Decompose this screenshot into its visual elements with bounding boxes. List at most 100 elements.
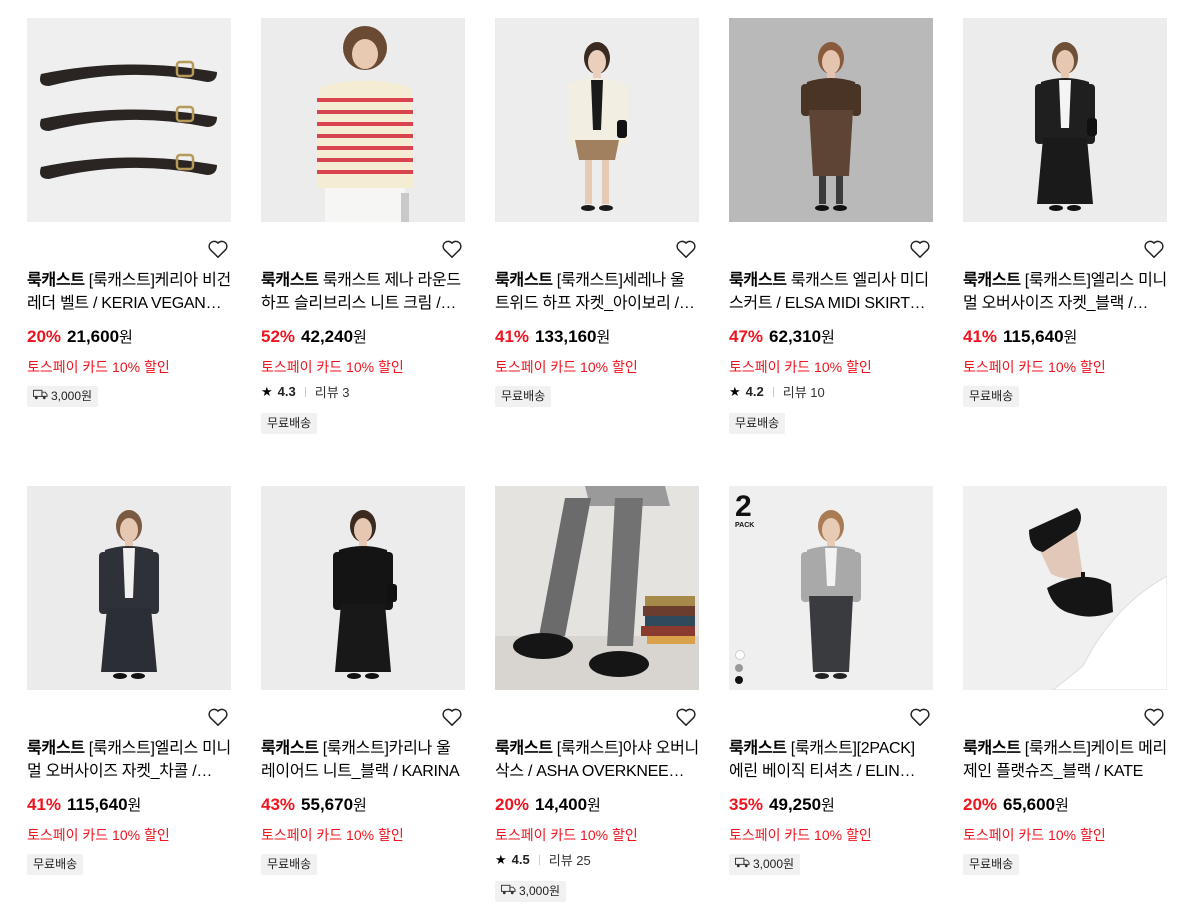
sale-price: 115,640 [67, 795, 128, 814]
shipping-text: 3,000원 [519, 884, 561, 898]
wishlist-heart-icon[interactable] [675, 707, 697, 727]
wishlist-heart-icon[interactable] [675, 239, 697, 259]
product-title[interactable]: 룩캐스트[룩캐스트]엘리스 미니멀 오버사이즈 자켓_차콜 / ELLIS [27, 737, 231, 783]
discount-rate: 43% [261, 795, 296, 814]
product-image[interactable]: 2 PACK [729, 486, 933, 690]
sale-price: 49,250 [769, 795, 822, 814]
currency-unit: 원 [1055, 797, 1069, 814]
divider [538, 854, 540, 865]
wishlist-heart-icon[interactable] [1143, 707, 1165, 727]
currency-unit: 원 [821, 797, 835, 814]
discount-rate: 52% [261, 327, 296, 346]
price-row: 20% 21,600원 [27, 326, 133, 347]
rating-value: 4.3 [277, 384, 296, 399]
shipping-text: 무료배송 [267, 416, 312, 430]
wishlist-heart-icon[interactable] [909, 707, 931, 727]
brand-name: 룩캐스트 [27, 740, 85, 757]
brand-name: 룩캐스트 [495, 272, 553, 289]
product-title[interactable]: 룩캐스트룩캐스트 제나 라운드 하프 슬리브리스 니트 크림 / ZENA [261, 269, 465, 315]
product-title[interactable]: 룩캐스트 [룩캐스트]카리나 울 레이어드 니트_블랙 / KARINA [261, 737, 465, 783]
product-image[interactable] [495, 18, 699, 222]
color-swatches [735, 650, 745, 684]
star-icon: ★ [495, 851, 507, 867]
card-promo-text: 토스페이 카드 10% 할인 [963, 359, 1106, 375]
product-image[interactable] [261, 486, 465, 690]
discount-rate: 20% [27, 327, 62, 346]
product-title[interactable]: 룩캐스트[룩캐스트]세레나 울 트위드 하프 자켓_아이보리 / SERENA [495, 269, 699, 315]
truck-icon [735, 854, 750, 875]
currency-unit: 원 [1063, 329, 1078, 346]
price-row: 35% 49,250원 [729, 794, 835, 815]
wishlist-heart-icon[interactable] [441, 707, 463, 727]
currency-unit: 원 [587, 797, 601, 814]
product-image[interactable] [495, 486, 699, 690]
wishlist-heart-icon[interactable] [1143, 239, 1165, 259]
brand-name: 룩캐스트 [963, 272, 1021, 289]
card-promo-text: 토스페이 카드 10% 할인 [495, 359, 638, 375]
brand-name: 룩캐스트 [495, 740, 553, 757]
product-title[interactable]: 룩캐스트[룩캐스트]엘리스 미니멀 오버사이즈 자켓_블랙 / ELLIS [963, 269, 1167, 315]
shipping-text: 무료배송 [33, 857, 78, 871]
currency-unit: 원 [127, 797, 142, 814]
rating-row: ★ 4.2 리뷰 10 [729, 382, 825, 401]
shipping-text: 무료배송 [969, 857, 1014, 871]
currency-unit: 원 [119, 329, 133, 346]
price-row: 20% 65,600원 [963, 794, 1069, 815]
discount-rate: 41% [27, 795, 62, 814]
sale-price: 115,640 [1003, 327, 1064, 346]
shipping-text: 무료배송 [735, 416, 780, 430]
shipping-badge: 무료배송 [261, 413, 318, 434]
shipping-badge: 무료배송 [963, 854, 1020, 875]
product-title[interactable]: 룩캐스트룩캐스트 엘리사 미디 스커트 / ELSA MIDI SKIRT BR… [729, 269, 933, 315]
review-count: 리뷰 3 [314, 385, 350, 400]
price-row: 41% 115,640원 [27, 794, 141, 815]
discount-rate: 20% [495, 795, 530, 814]
card-promo-text: 토스페이 카드 10% 할인 [27, 827, 170, 843]
discount-rate: 47% [729, 327, 764, 346]
product-title[interactable]: 룩캐스트[룩캐스트][2PACK] 에린 베이직 티셔츠 / ELIN BASI… [729, 737, 933, 783]
product-image[interactable] [963, 486, 1167, 690]
divider [772, 386, 774, 397]
star-icon: ★ [261, 383, 273, 399]
sale-price: 21,600 [67, 327, 120, 346]
rating-value: 4.5 [511, 852, 530, 867]
product-image[interactable] [729, 18, 933, 222]
price-row: 47% 62,310원 [729, 326, 835, 347]
product-image[interactable] [261, 18, 465, 222]
shipping-badge: 3,000원 [729, 854, 801, 875]
sale-price: 42,240 [301, 327, 354, 346]
card-promo-text: 토스페이 카드 10% 할인 [495, 827, 638, 843]
brand-name: 룩캐스트 [27, 272, 85, 289]
shipping-text: 무료배송 [501, 389, 546, 403]
product-title[interactable]: 룩캐스트[룩캐스트]케리아 비건 레더 벨트 / KERIA VEGAN LEA… [27, 269, 231, 315]
wishlist-heart-icon[interactable] [207, 707, 229, 727]
currency-unit: 원 [821, 329, 835, 346]
divider [304, 386, 306, 397]
product-title[interactable]: 룩캐스트[룩캐스트]아샤 오버니삭스 / ASHA OVERKNEE SOCKS [495, 737, 699, 783]
shipping-badge: 무료배송 [963, 386, 1020, 407]
wishlist-heart-icon[interactable] [207, 239, 229, 259]
currency-unit: 원 [596, 329, 611, 346]
product-image[interactable] [27, 486, 231, 690]
currency-unit: 원 [353, 797, 367, 814]
product-image[interactable] [27, 18, 231, 222]
product-image[interactable] [963, 18, 1167, 222]
price-row: 20% 14,400원 [495, 794, 601, 815]
truck-icon [33, 386, 48, 407]
truck-icon [501, 881, 516, 902]
shipping-text: 3,000원 [51, 389, 93, 403]
wishlist-heart-icon[interactable] [909, 239, 931, 259]
review-count: 리뷰 10 [782, 385, 825, 400]
product-title[interactable]: 룩캐스트 [룩캐스트]케이트 메리제인 플랫슈즈_블랙 / KATE [963, 737, 1167, 783]
sale-price: 55,670 [301, 795, 354, 814]
shipping-badge: 무료배송 [27, 854, 84, 875]
shipping-badge: 3,000원 [27, 386, 99, 407]
brand-name: 룩캐스트 [963, 740, 1021, 757]
shipping-badge: 무료배송 [495, 386, 552, 407]
wishlist-heart-icon[interactable] [441, 239, 463, 259]
card-promo-text: 토스페이 카드 10% 할인 [261, 359, 404, 375]
review-count: 리뷰 25 [548, 853, 591, 868]
card-promo-text: 토스페이 카드 10% 할인 [729, 827, 872, 843]
shipping-text: 3,000원 [753, 857, 795, 871]
sale-price: 133,160 [535, 327, 597, 346]
